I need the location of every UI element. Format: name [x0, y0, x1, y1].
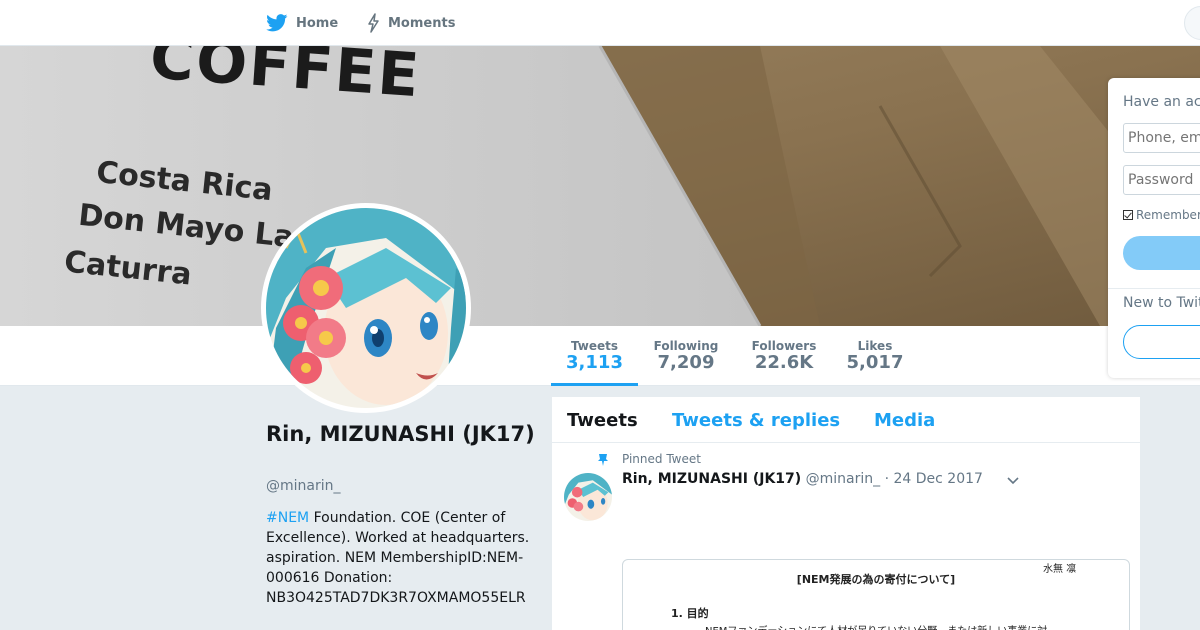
remember-me-label: Remember me [1136, 208, 1200, 222]
tab-tweets[interactable]: Tweets [567, 410, 638, 431]
pin-icon [598, 454, 608, 466]
doc-heading: 1. 目的 [671, 607, 709, 620]
stat-following-value: 7,209 [657, 352, 715, 373]
stat-followers[interactable]: Followers 22.6K [742, 326, 826, 386]
stat-tweets-value: 3,113 [566, 352, 623, 373]
nav-moments-label: Moments [388, 15, 456, 31]
login-panel: Have an account? Remember me New to Twit… [1108, 78, 1200, 378]
timeline: Tweets Tweets & replies Media Pinned Twe… [552, 397, 1140, 630]
chevron-down-icon[interactable] [1006, 473, 1020, 487]
profile-avatar[interactable] [261, 203, 471, 413]
log-in-button[interactable] [1123, 236, 1200, 270]
login-heading: Have an account? [1123, 94, 1200, 110]
stat-followers-value: 22.6K [754, 352, 814, 373]
tweet-attached-image[interactable]: 水無 凛 [NEM発展の為の寄付について] 1. 目的 NEMファンデーションに… [622, 559, 1130, 630]
bio-hashtag-link[interactable]: #NEM [266, 510, 309, 526]
profile-name: Rin, MIZUNASHI (JK17) [266, 422, 535, 446]
doc-title: [NEM発展の為の寄付について] [796, 573, 956, 586]
tab-media[interactable]: Media [874, 410, 935, 431]
nav-home-label: Home [296, 15, 339, 31]
tweet-header: Rin, MIZUNASHI (JK17) @minarin_ · 24 Dec… [622, 471, 983, 487]
stat-tweets[interactable]: Tweets 3,113 [551, 326, 638, 386]
stat-likes[interactable]: Likes 5,017 [840, 326, 910, 386]
search-box-edge[interactable] [1184, 6, 1200, 40]
top-nav: Home Moments [0, 0, 1200, 46]
password-input[interactable] [1123, 165, 1200, 195]
tab-tweets-and-replies[interactable]: Tweets & replies [672, 410, 840, 431]
remember-me-row[interactable]: Remember me [1123, 208, 1200, 222]
nav-moments-link[interactable]: Moments [366, 0, 455, 46]
profile-bio: #NEM Foundation. COE (Center of Excellen… [266, 508, 541, 608]
stat-likes-label: Likes [857, 339, 893, 353]
profile-stats-bar: Tweets 3,113 Following 7,209 Followers 2… [0, 326, 1200, 386]
remember-me-checkbox[interactable] [1123, 210, 1133, 220]
tweet-author-name[interactable]: Rin, MIZUNASHI (JK17) [622, 471, 801, 487]
stat-likes-value: 5,017 [846, 352, 904, 373]
stat-tweets-label: Tweets [570, 339, 619, 353]
sign-up-button[interactable] [1123, 325, 1200, 359]
phone-email-username-input[interactable] [1123, 123, 1200, 153]
signup-heading: New to Twitter? [1123, 295, 1200, 311]
login-divider [1108, 288, 1200, 289]
nav-home-link[interactable]: Home [266, 0, 338, 46]
tweet-author-handle[interactable]: @minarin_ [806, 471, 881, 487]
tweet-timestamp[interactable]: · 24 Dec 2017 [885, 471, 983, 487]
timeline-tabs: Tweets Tweets & replies Media [552, 397, 1140, 443]
tweet-author-avatar[interactable] [564, 473, 612, 521]
doc-body-line: NEMファンデーションにて人材が足りていない分野、または新しい事業に対 [705, 622, 1047, 630]
stat-following[interactable]: Following 7,209 [646, 326, 726, 386]
pinned-tweet-label: Pinned Tweet [622, 452, 701, 466]
profile-banner: COFFEE Costa Rica Don Mayo La Caturra [0, 46, 1200, 326]
stat-following-label: Following [653, 339, 719, 353]
twitter-bird-icon [266, 14, 288, 32]
lightning-icon [368, 13, 379, 33]
profile-handle[interactable]: @minarin_ [266, 478, 341, 494]
stat-followers-label: Followers [751, 339, 817, 353]
